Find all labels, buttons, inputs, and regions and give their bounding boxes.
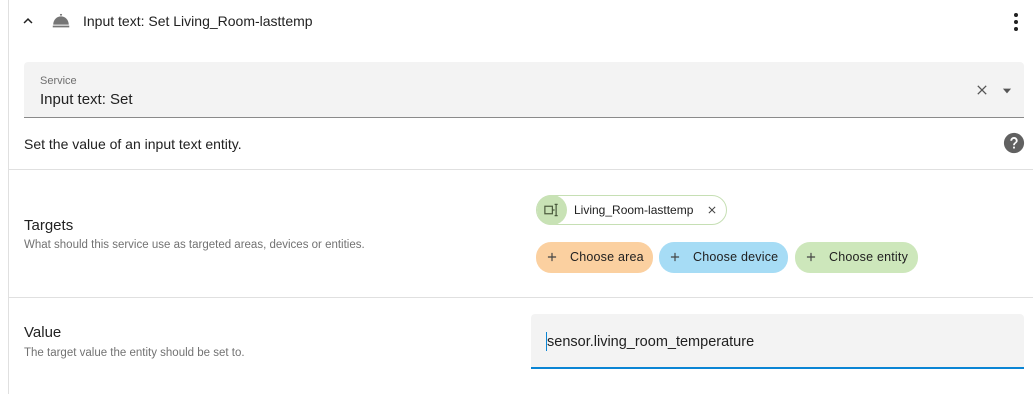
remove-chip-icon[interactable] [706, 204, 718, 216]
help-circle-icon[interactable] [1003, 132, 1025, 154]
choose-area-button[interactable]: Choose area [536, 242, 653, 273]
choose-device-label: Choose device [693, 250, 779, 264]
plus-icon [806, 252, 816, 262]
value-title: Value [24, 324, 62, 341]
value-input[interactable] [547, 331, 1007, 353]
plus-icon [547, 252, 557, 262]
service-action-card: Input text: Set Living_Room-lasttemp Ser… [8, 0, 1033, 394]
choose-device-button[interactable]: Choose device [659, 242, 788, 273]
chevron-up-icon[interactable] [19, 12, 37, 30]
close-icon[interactable] [974, 82, 990, 98]
dropdown-arrow-icon[interactable] [1000, 84, 1014, 98]
entity-icon [537, 195, 567, 225]
selected-entity-label: Living_Room-lasttemp [574, 203, 694, 217]
service-select[interactable]: Service Input text: Set [24, 62, 1024, 118]
divider [9, 297, 1033, 298]
divider [9, 169, 1033, 170]
targets-description: What should this service use as targeted… [24, 239, 365, 251]
selected-entity-chip[interactable]: Living_Room-lasttemp [536, 195, 727, 225]
text-caret [546, 332, 547, 351]
card-header[interactable]: Input text: Set Living_Room-lasttemp [9, 0, 1033, 44]
plus-icon [670, 252, 680, 262]
service-select-value[interactable]: Input text: Set [40, 91, 133, 108]
room-service-icon [52, 13, 70, 28]
value-description: The target value the entity should be se… [24, 347, 245, 359]
choose-area-label: Choose area [570, 250, 644, 264]
choose-entity-label: Choose entity [829, 250, 909, 264]
card-title: Input text: Set Living_Room-lasttemp [83, 13, 313, 29]
service-select-label: Service [40, 75, 77, 87]
targets-title: Targets [24, 217, 74, 234]
dots-vertical-icon[interactable] [1011, 11, 1021, 33]
service-description: Set the value of an input text entity. [24, 136, 242, 152]
value-input-field[interactable] [531, 314, 1024, 369]
choose-entity-button[interactable]: Choose entity [795, 242, 918, 273]
